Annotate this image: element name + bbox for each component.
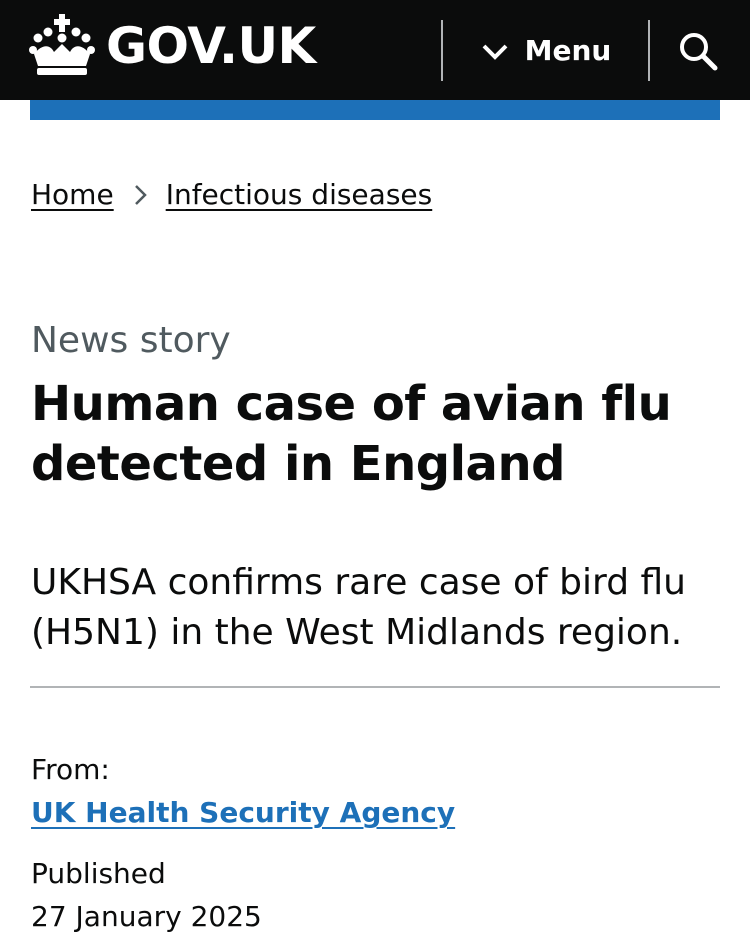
breadcrumb-link-infectious-diseases[interactable]: Infectious diseases — [166, 178, 433, 211]
from-label: From: — [31, 753, 110, 786]
breadcrumb: Home Infectious diseases — [31, 178, 432, 211]
published-date: 27 January 2025 — [31, 900, 262, 933]
menu-label: Menu — [524, 34, 612, 67]
breadcrumb-link-home[interactable]: Home — [31, 178, 114, 211]
page-title: Human case of avian flu detected in Engl… — [31, 376, 672, 492]
published-label: Published — [31, 857, 166, 890]
header-divider — [441, 20, 443, 81]
logo-text: GOV.UK — [106, 17, 316, 75]
govuk-logo-link[interactable]: GOV.UK — [28, 14, 316, 78]
site-header: GOV.UK Menu — [0, 0, 750, 100]
crown-icon — [29, 14, 95, 75]
chevron-down-icon — [482, 44, 508, 60]
header-divider — [648, 20, 650, 81]
header-accent-bar — [30, 100, 720, 120]
search-button[interactable] — [668, 24, 728, 78]
content-type-caption: News story — [31, 320, 231, 361]
search-icon — [680, 33, 718, 71]
chevron-right-icon — [134, 184, 147, 205]
organisation-link[interactable]: UK Health Security Agency — [31, 796, 455, 829]
lead-paragraph: UKHSA confirms rare case of bird flu (H5… — [31, 562, 686, 653]
menu-button[interactable]: Menu — [446, 20, 646, 81]
section-divider — [30, 686, 720, 688]
